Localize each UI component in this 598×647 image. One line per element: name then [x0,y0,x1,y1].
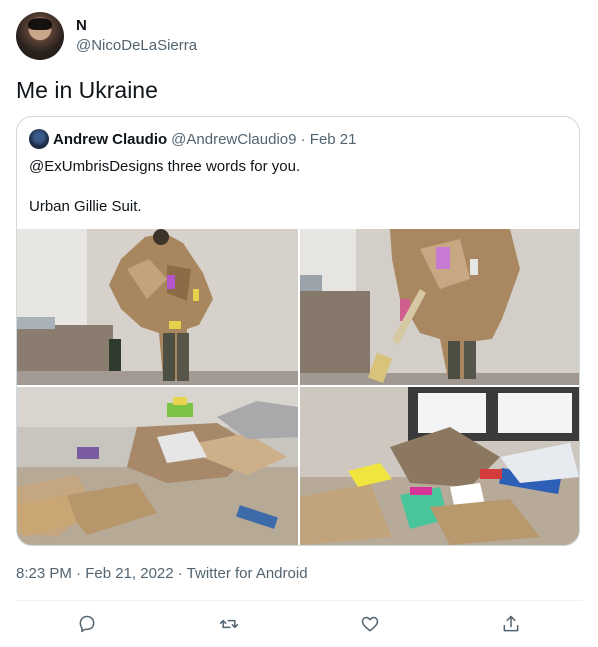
quoted-tweet[interactable]: Andrew Claudio @AndrewClaudio9 · Feb 21 … [16,116,580,546]
photo-3[interactable] [17,387,298,545]
retweet-button[interactable] [217,612,241,636]
retweet-icon [219,619,239,629]
quoted-header: Andrew Claudio @AndrewClaudio9 · Feb 21 [29,129,357,149]
photo-2-image [300,229,579,385]
tweet-text: Me in Ukraine [16,77,158,103]
reply-icon [79,615,95,633]
photo-2[interactable] [300,229,579,385]
author-names: N @NicoDeLaSierra [76,16,197,56]
photo-4[interactable] [300,387,579,545]
like-button[interactable] [358,612,382,636]
action-bar [0,610,598,638]
quoted-meta: @AndrewClaudio9 · Feb 21 [171,130,357,148]
divider [16,600,582,601]
author-name[interactable]: N [76,16,197,36]
like-icon [361,616,379,632]
photo-grid [17,229,579,545]
avatar[interactable] [16,12,64,60]
share-icon [503,615,519,632]
quoted-avatar [29,129,49,149]
tweet-timestamp[interactable]: 8:23 PM · Feb 21, 2022 · Twitter for And… [16,564,308,584]
photo-4-image [300,387,579,545]
photo-1-image [17,229,298,385]
photo-1[interactable] [17,229,298,385]
quoted-author-name: Andrew Claudio [53,130,168,148]
author-handle[interactable]: @NicoDeLaSierra [76,36,197,56]
quoted-text-line-2: Urban Gillie Suit. [29,198,142,215]
reply-button[interactable] [75,612,99,636]
photo-3-image [17,387,298,545]
tweet-header: N @NicoDeLaSierra [16,12,197,60]
quoted-text-line-1: @ExUmbrisDesigns three words for you. [29,158,301,175]
share-button[interactable] [499,612,523,636]
